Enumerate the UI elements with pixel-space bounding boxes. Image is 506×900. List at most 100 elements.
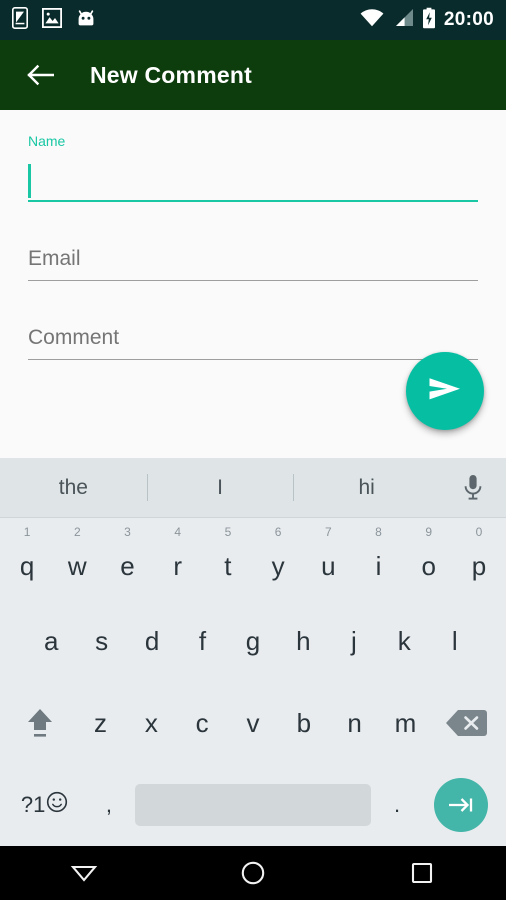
symbols-key-text: ?1 xyxy=(20,792,46,817)
key-j-label: j xyxy=(350,626,357,656)
key-s-label: s xyxy=(95,626,109,656)
key-i-number: 8 xyxy=(375,525,382,539)
key-m-label: m xyxy=(394,708,417,738)
battery-charging-icon xyxy=(422,7,436,34)
key-j[interactable]: j xyxy=(329,600,379,682)
key-t[interactable]: 5 t xyxy=(203,518,253,600)
field-comment-underline xyxy=(28,359,478,360)
key-x-label: x xyxy=(144,708,158,738)
key-a[interactable]: a xyxy=(26,600,76,682)
key-g[interactable]: g xyxy=(228,600,278,682)
phone-screen: 20:00 New Comment Name Email Comment the… xyxy=(0,0,506,900)
key-f[interactable]: f xyxy=(177,600,227,682)
key-n[interactable]: n xyxy=(329,682,380,764)
key-y-label: y xyxy=(271,551,285,581)
field-comment[interactable]: Comment xyxy=(28,317,478,360)
status-bar-system-icons: 20:00 xyxy=(360,7,494,34)
key-f-label: f xyxy=(198,626,207,656)
comment-input[interactable]: Comment xyxy=(28,317,478,359)
device-icon xyxy=(12,6,28,34)
key-v[interactable]: v xyxy=(228,682,279,764)
key-w[interactable]: 2 w xyxy=(52,518,102,600)
key-b-label: b xyxy=(296,708,312,738)
key-k-label: k xyxy=(397,626,411,656)
key-m[interactable]: m xyxy=(380,682,431,764)
key-t-number: 5 xyxy=(224,525,232,539)
status-bar-clock: 20:00 xyxy=(443,9,494,30)
field-email-hint: Email xyxy=(28,247,81,270)
nav-back-triangle-icon[interactable] xyxy=(0,846,169,900)
soft-keyboard: the I hi 1 q 2 w 3 e 4 r 5 t 6 y 7 u 8 i… xyxy=(0,458,506,846)
key-d[interactable]: d xyxy=(127,600,177,682)
key-period-label: . xyxy=(394,792,401,817)
key-o[interactable]: 9 o xyxy=(404,518,454,600)
suggestion-1[interactable]: I xyxy=(146,458,294,517)
key-e[interactable]: 3 e xyxy=(102,518,152,600)
key-r-label: r xyxy=(173,551,183,581)
page-title: New Comment xyxy=(90,61,252,88)
key-v-label: v xyxy=(246,708,260,738)
backspace-icon[interactable] xyxy=(431,682,502,764)
key-u[interactable]: 7 u xyxy=(303,518,353,600)
comment-form: Name Email Comment xyxy=(0,110,506,458)
suggestion-0[interactable]: the xyxy=(0,458,147,517)
nav-home-circle-icon[interactable] xyxy=(169,846,338,900)
microphone-icon[interactable] xyxy=(440,458,506,517)
wifi-icon xyxy=(360,8,384,32)
keyboard-row-3: z x c v b n m xyxy=(0,682,506,764)
keyboard-row-2: a s d f g h j k l xyxy=(0,600,506,682)
key-q[interactable]: 1 q xyxy=(2,518,52,600)
key-c[interactable]: c xyxy=(177,682,228,764)
field-name[interactable]: Name xyxy=(28,132,478,202)
spacebar-surface xyxy=(134,784,372,826)
status-bar-notification-icons xyxy=(12,6,96,34)
arrow-back-icon[interactable] xyxy=(16,51,64,99)
suggestion-2[interactable]: hi xyxy=(293,458,440,517)
key-p[interactable]: 0 p xyxy=(454,518,504,600)
key-comma[interactable]: , xyxy=(83,764,134,846)
field-email[interactable]: Email xyxy=(28,238,478,281)
key-u-number: 7 xyxy=(324,525,332,539)
symbols-key-label: ?1 xyxy=(21,791,68,819)
key-k[interactable]: k xyxy=(379,600,429,682)
key-p-label: p xyxy=(471,551,487,581)
key-l[interactable]: l xyxy=(430,600,480,682)
key-space[interactable] xyxy=(134,764,372,846)
key-o-label: o xyxy=(421,551,436,581)
field-name-label: Name xyxy=(28,133,66,149)
key-comma-label: , xyxy=(105,792,112,817)
enter-next-key[interactable] xyxy=(423,764,500,846)
key-w-number: 2 xyxy=(73,525,81,539)
keyboard-row-4: ?1 , . xyxy=(0,764,506,846)
keyboard-row-1: 1 q 2 w 3 e 4 r 5 t 6 y 7 u 8 i 9 o 0 p xyxy=(0,518,506,600)
field-comment-hint: Comment xyxy=(28,326,120,349)
key-g-label: g xyxy=(245,626,261,656)
app-bar: New Comment xyxy=(0,40,506,110)
key-x[interactable]: x xyxy=(126,682,177,764)
key-c-label: c xyxy=(195,708,209,738)
key-period[interactable]: . xyxy=(371,764,422,846)
key-l-label: l xyxy=(451,626,458,656)
key-e-number: 3 xyxy=(124,525,131,539)
key-s[interactable]: s xyxy=(76,600,126,682)
field-email-underline xyxy=(28,280,478,281)
key-r[interactable]: 4 r xyxy=(153,518,203,600)
send-fab-button[interactable] xyxy=(406,352,484,430)
key-h[interactable]: h xyxy=(278,600,328,682)
shift-icon[interactable] xyxy=(4,682,75,764)
name-input[interactable] xyxy=(28,162,478,200)
field-name-underline xyxy=(28,200,478,202)
key-y-number: 6 xyxy=(274,525,282,539)
key-i[interactable]: 8 i xyxy=(353,518,403,600)
status-bar: 20:00 xyxy=(0,0,506,40)
email-input[interactable]: Email xyxy=(28,238,478,280)
key-h-label: h xyxy=(296,626,311,656)
key-y[interactable]: 6 y xyxy=(253,518,303,600)
nav-recents-square-icon[interactable] xyxy=(337,846,506,900)
android-head-icon xyxy=(76,8,96,33)
key-z-label: z xyxy=(94,708,108,738)
key-b[interactable]: b xyxy=(278,682,329,764)
symbols-key[interactable]: ?1 xyxy=(6,764,83,846)
key-z[interactable]: z xyxy=(75,682,126,764)
key-e-label: e xyxy=(120,551,135,581)
